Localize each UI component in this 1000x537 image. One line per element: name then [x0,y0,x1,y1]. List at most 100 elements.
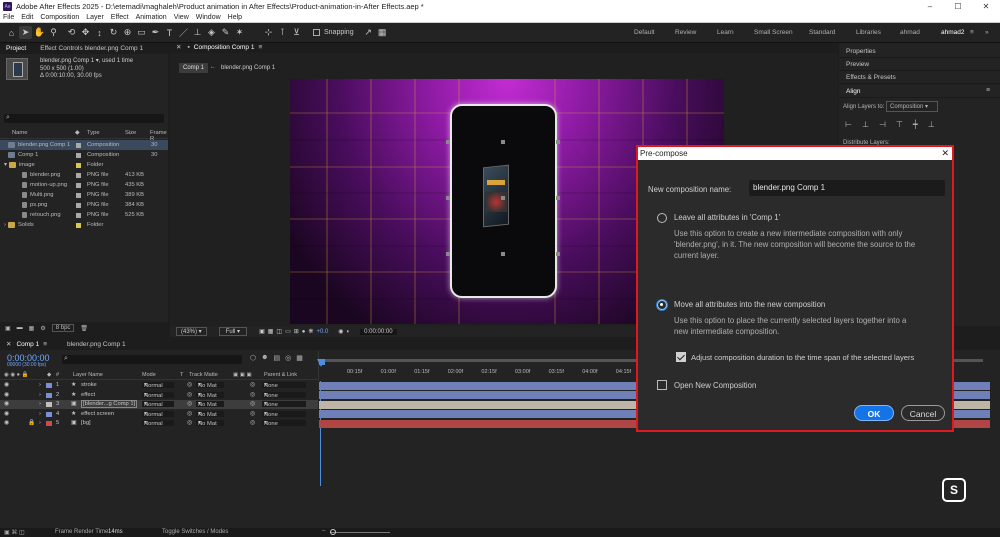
roto-brush-tool-icon[interactable]: ✎ [219,26,232,39]
blend-mode-dropdown[interactable]: Normal ▾ [142,382,174,389]
blender-product-box-image[interactable] [479,162,513,232]
close-tab-icon[interactable]: ✕ [176,43,181,53]
draft-3d-icon[interactable]: ⬡ [250,354,256,362]
breadcrumb-comp1[interactable]: Comp 1 [179,63,209,73]
col-track-matte[interactable]: Track Matte [189,372,218,378]
layer-label-color[interactable] [46,402,52,407]
menu-effect[interactable]: Effect [111,14,129,21]
col-mode[interactable]: Mode [142,372,156,378]
zoom-tool-icon[interactable]: ⚲ [47,26,60,39]
project-item[interactable]: Multi.png PNG file 389 KB [0,190,168,200]
tab-comp1[interactable]: Comp 1 [16,339,39,350]
col-parent-link[interactable]: Parent & Link [264,372,297,378]
col-layer-name[interactable]: Layer Name [73,372,103,378]
workspace-review[interactable]: Review [675,23,696,43]
layer-name[interactable]: effect [81,392,95,398]
visibility-eye-icon[interactable]: ◉ [4,411,9,417]
col-name[interactable]: Name [12,130,27,136]
transform-handle-top[interactable] [501,140,505,144]
mask-visibility-icon[interactable]: ◫ [276,328,282,335]
align-bottom-icon[interactable]: ⊥ [928,120,935,129]
panel-properties[interactable]: Properties [839,45,1000,58]
layer-label-color[interactable] [46,392,52,398]
menu-window[interactable]: Window [196,14,221,21]
track-matte-dropdown[interactable]: No Mat ▾ [196,391,224,399]
track-matte-pickwhip-icon[interactable]: ◎ [187,382,192,388]
bit-depth-button[interactable]: 8 bpc [51,324,75,332]
transform-handle-center[interactable] [501,196,505,200]
parent-dropdown[interactable]: None ▾ [262,382,306,389]
adjust-duration-label[interactable]: Adjust composition duration to the time … [691,352,914,363]
disclosure-arrow-icon[interactable]: › [4,222,6,228]
breadcrumb-child[interactable]: blender.png Comp 1 [221,63,275,73]
track-matte-pickwhip-icon[interactable]: ◎ [187,401,192,407]
transform-handle-tr[interactable] [556,140,560,144]
visibility-eye-icon[interactable]: ◉ [4,420,9,426]
zoom-out-icon[interactable]: – [322,528,325,534]
snap-grid-icon[interactable]: ▦ [376,26,389,39]
visibility-eye-icon[interactable]: ◉ [4,401,9,407]
transform-handle-br[interactable] [556,252,560,256]
fast-preview-icon[interactable]: ▣ [259,328,265,335]
label-swatch[interactable] [76,173,81,178]
col-size[interactable]: Size [125,130,136,136]
layer-row[interactable]: ◉ › 1 ★ stroke Normal ▾ ◎ No Mat ▾ ◎ None ▾ [0,381,318,390]
dolly-tool-icon[interactable]: ↕ [93,26,106,39]
panel-effects-presets[interactable]: Effects & Presets [839,71,1000,84]
expand-arrow-icon[interactable]: › [39,392,41,398]
label-swatch[interactable] [76,193,81,198]
label-swatch[interactable] [76,143,81,148]
track-matte-dropdown[interactable]: No Mat ▾ [196,382,224,389]
timeline-zoom-knob[interactable] [330,529,336,535]
world-axis-icon[interactable]: ⊺ [276,26,289,39]
menu-animation[interactable]: Animation [136,14,167,21]
layer-row[interactable]: ◉ › 4 ★ effect screen Normal ▾ ◎ No Mat ▾ ◎ None … [0,410,318,419]
project-item[interactable]: blender.png Comp 1 Composition 30 [0,140,168,150]
track-matte-pickwhip-icon[interactable]: ◎ [187,392,192,398]
menu-file[interactable]: File [3,14,14,21]
transform-handle-bottom[interactable] [501,252,505,256]
open-new-comp-label[interactable]: Open New Composition [674,380,756,391]
layer-label-color[interactable] [46,383,52,388]
snapping-checkbox[interactable] [313,29,320,36]
show-snapshot-icon[interactable]: ◐ [347,329,351,335]
new-composition-icon[interactable]: ▦ [29,325,35,332]
move-attributes-radio[interactable] [657,300,667,310]
pan-tool-icon[interactable]: ✥ [79,26,92,39]
channel-icon[interactable]: ● [302,329,306,335]
tab-composition[interactable]: Composition Comp 1 [194,43,255,53]
open-new-comp-checkbox[interactable] [657,380,667,390]
track-matte-dropdown[interactable]: No Mat ▾ [196,401,224,408]
rotate-tool-icon[interactable]: ↻ [107,26,120,39]
project-item[interactable]: motion-up.png PNG file 435 KB [0,180,168,190]
tab-blender-comp[interactable]: blender.png Comp 1 [67,339,126,350]
anchor-tool-icon[interactable]: ⊕ [121,26,134,39]
overflow-icon[interactable]: » [985,23,989,43]
workspace-standard[interactable]: Standard [809,23,835,43]
maximize-icon[interactable]: ☐ [944,0,972,13]
layer-name[interactable]: stroke [81,382,97,388]
orbit-tool-icon[interactable]: ⟲ [65,26,78,39]
cancel-button[interactable]: Cancel [901,405,945,421]
close-timeline-tab-icon[interactable]: ✕ [6,339,11,350]
layer-row[interactable]: ◉ 🔒 › 5 ▣ [bg] Normal ▾ ◎ No Mat ▾ ◎ None ▾ [0,419,318,428]
tab-effect-controls[interactable]: Effect Controls blender.png Comp 1 [40,44,143,54]
pen-tool-icon[interactable]: ✒ [149,26,162,39]
ok-button[interactable]: OK [854,405,894,421]
layer-name[interactable]: [bg] [81,420,91,426]
shy-icon[interactable]: ☻ [261,354,268,362]
menu-layer[interactable]: Layer [86,14,104,21]
selection-tool-icon[interactable]: ➤ [19,26,32,39]
tab-project[interactable]: Project [6,44,26,54]
lock-layer-icon[interactable]: 🔒 [28,420,35,426]
type-tool-icon[interactable]: T [163,26,176,39]
parent-pickwhip-icon[interactable]: ◎ [250,382,255,388]
frame-blending-icon[interactable]: ▤ [274,354,281,362]
workspace-menu-icon[interactable]: ≡ [970,23,974,43]
close-icon[interactable]: ✕ [972,0,1000,13]
workspace-ahmad2[interactable]: ahmad2 [941,23,965,43]
label-swatch[interactable] [76,213,81,218]
transform-handle-right[interactable] [556,196,560,200]
timeline-tab-menu-icon[interactable]: ≡ [43,339,47,350]
blend-mode-dropdown[interactable]: Normal ▾ [142,410,174,418]
